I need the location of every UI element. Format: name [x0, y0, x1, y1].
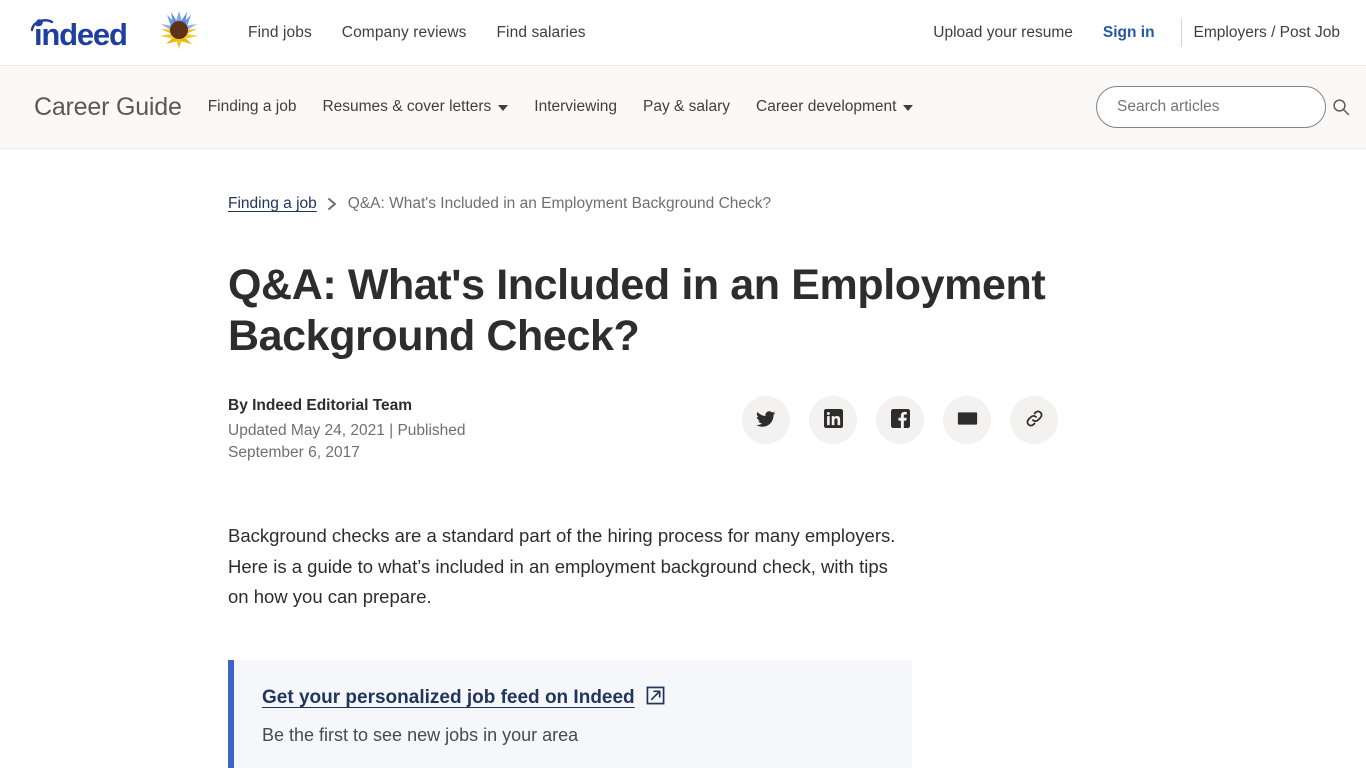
cg-nav-pay-salary[interactable]: Pay & salary [643, 98, 730, 116]
header-divider [1180, 18, 1182, 47]
job-feed-link-text: Get your personalized job feed on Indeed [262, 687, 635, 709]
cg-nav-label: Interviewing [534, 98, 618, 115]
career-guide-nav: Finding a job Resumes & cover letters In… [208, 98, 914, 116]
breadcrumb-current: Q&A: What's Included in an Employment Ba… [347, 195, 772, 212]
share-email-button[interactable] [943, 396, 991, 445]
cg-nav-resumes-cover-letters[interactable]: Resumes & cover letters [322, 98, 509, 116]
upload-resume-link[interactable]: Upload your resume [917, 24, 1089, 42]
cg-nav-label: Finding a job [207, 98, 297, 115]
job-feed-link[interactable]: Get your personalized job feed on Indeed [262, 686, 665, 711]
cg-nav-career-development[interactable]: Career development [756, 98, 914, 116]
share-facebook-button[interactable] [876, 396, 924, 445]
chevron-down-icon [498, 105, 509, 111]
job-feed-callout: Get your personalized job feed on Indeed… [228, 659, 912, 768]
career-guide-nav-bar: Career Guide Finding a job Resumes & cov… [0, 65, 1366, 149]
breadcrumb: Finding a job Q&A: What's Included in an… [228, 195, 1366, 213]
cg-nav-interviewing[interactable]: Interviewing [534, 98, 617, 116]
search-icon[interactable] [1332, 98, 1350, 116]
chevron-down-icon [903, 105, 914, 111]
page-title: Q&A: What's Included in an Employment Ba… [228, 261, 1046, 360]
article-dates: Updated May 24, 2021 | Published Septemb… [228, 422, 466, 462]
link-icon [1024, 408, 1045, 432]
facebook-icon [890, 409, 910, 431]
byline-row: By Indeed Editorial Team Updated May 24,… [228, 395, 1058, 464]
cg-nav-label: Resumes & cover letters [322, 98, 492, 115]
search-input[interactable] [1115, 97, 1307, 117]
byline-text: By Indeed Editorial Team Updated May 24,… [228, 395, 476, 464]
indeed-logo[interactable]: indeed [26, 7, 202, 58]
sign-in-link[interactable]: Sign in [1089, 24, 1169, 42]
header-right-group: Upload your resume Sign in Employers / P… [917, 18, 1342, 47]
svg-text:indeed: indeed [34, 17, 127, 52]
employers-post-job-link[interactable]: Employers / Post Job [1194, 24, 1342, 42]
nav-find-salaries[interactable]: Find salaries [496, 24, 585, 42]
twitter-icon [756, 409, 776, 432]
primary-nav: Find jobs Company reviews Find salaries [248, 24, 586, 42]
chevron-right-icon [327, 197, 338, 211]
share-copy-link-button[interactable] [1010, 396, 1058, 445]
job-feed-subtitle: Be the first to see new jobs in your are… [262, 724, 579, 745]
share-twitter-button[interactable] [742, 396, 790, 445]
email-icon [957, 408, 978, 432]
article-container: Finding a job Q&A: What's Included in an… [0, 149, 1366, 768]
cg-nav-label: Pay & salary [643, 98, 731, 115]
article-intro-paragraph: Background checks are a standard part of… [228, 525, 896, 607]
indeed-wordmark-icon: indeed [26, 14, 138, 52]
nav-company-reviews[interactable]: Company reviews [342, 24, 467, 42]
search-area [1096, 86, 1350, 128]
linkedin-icon [823, 409, 843, 431]
article-author: By Indeed Editorial Team [228, 397, 413, 415]
share-buttons [742, 396, 1058, 445]
sunflower-icon [156, 7, 202, 58]
breadcrumb-parent-link[interactable]: Finding a job [228, 195, 317, 213]
site-header: indeed Find jobs Company reviews Find sa… [0, 0, 1366, 65]
external-link-icon [646, 686, 665, 711]
share-linkedin-button[interactable] [809, 396, 857, 445]
nav-find-jobs[interactable]: Find jobs [248, 24, 312, 42]
career-guide-title[interactable]: Career Guide [34, 93, 182, 122]
search-box[interactable] [1096, 86, 1326, 128]
cg-nav-finding-a-job[interactable]: Finding a job [208, 98, 297, 116]
cg-nav-label: Career development [756, 98, 897, 115]
